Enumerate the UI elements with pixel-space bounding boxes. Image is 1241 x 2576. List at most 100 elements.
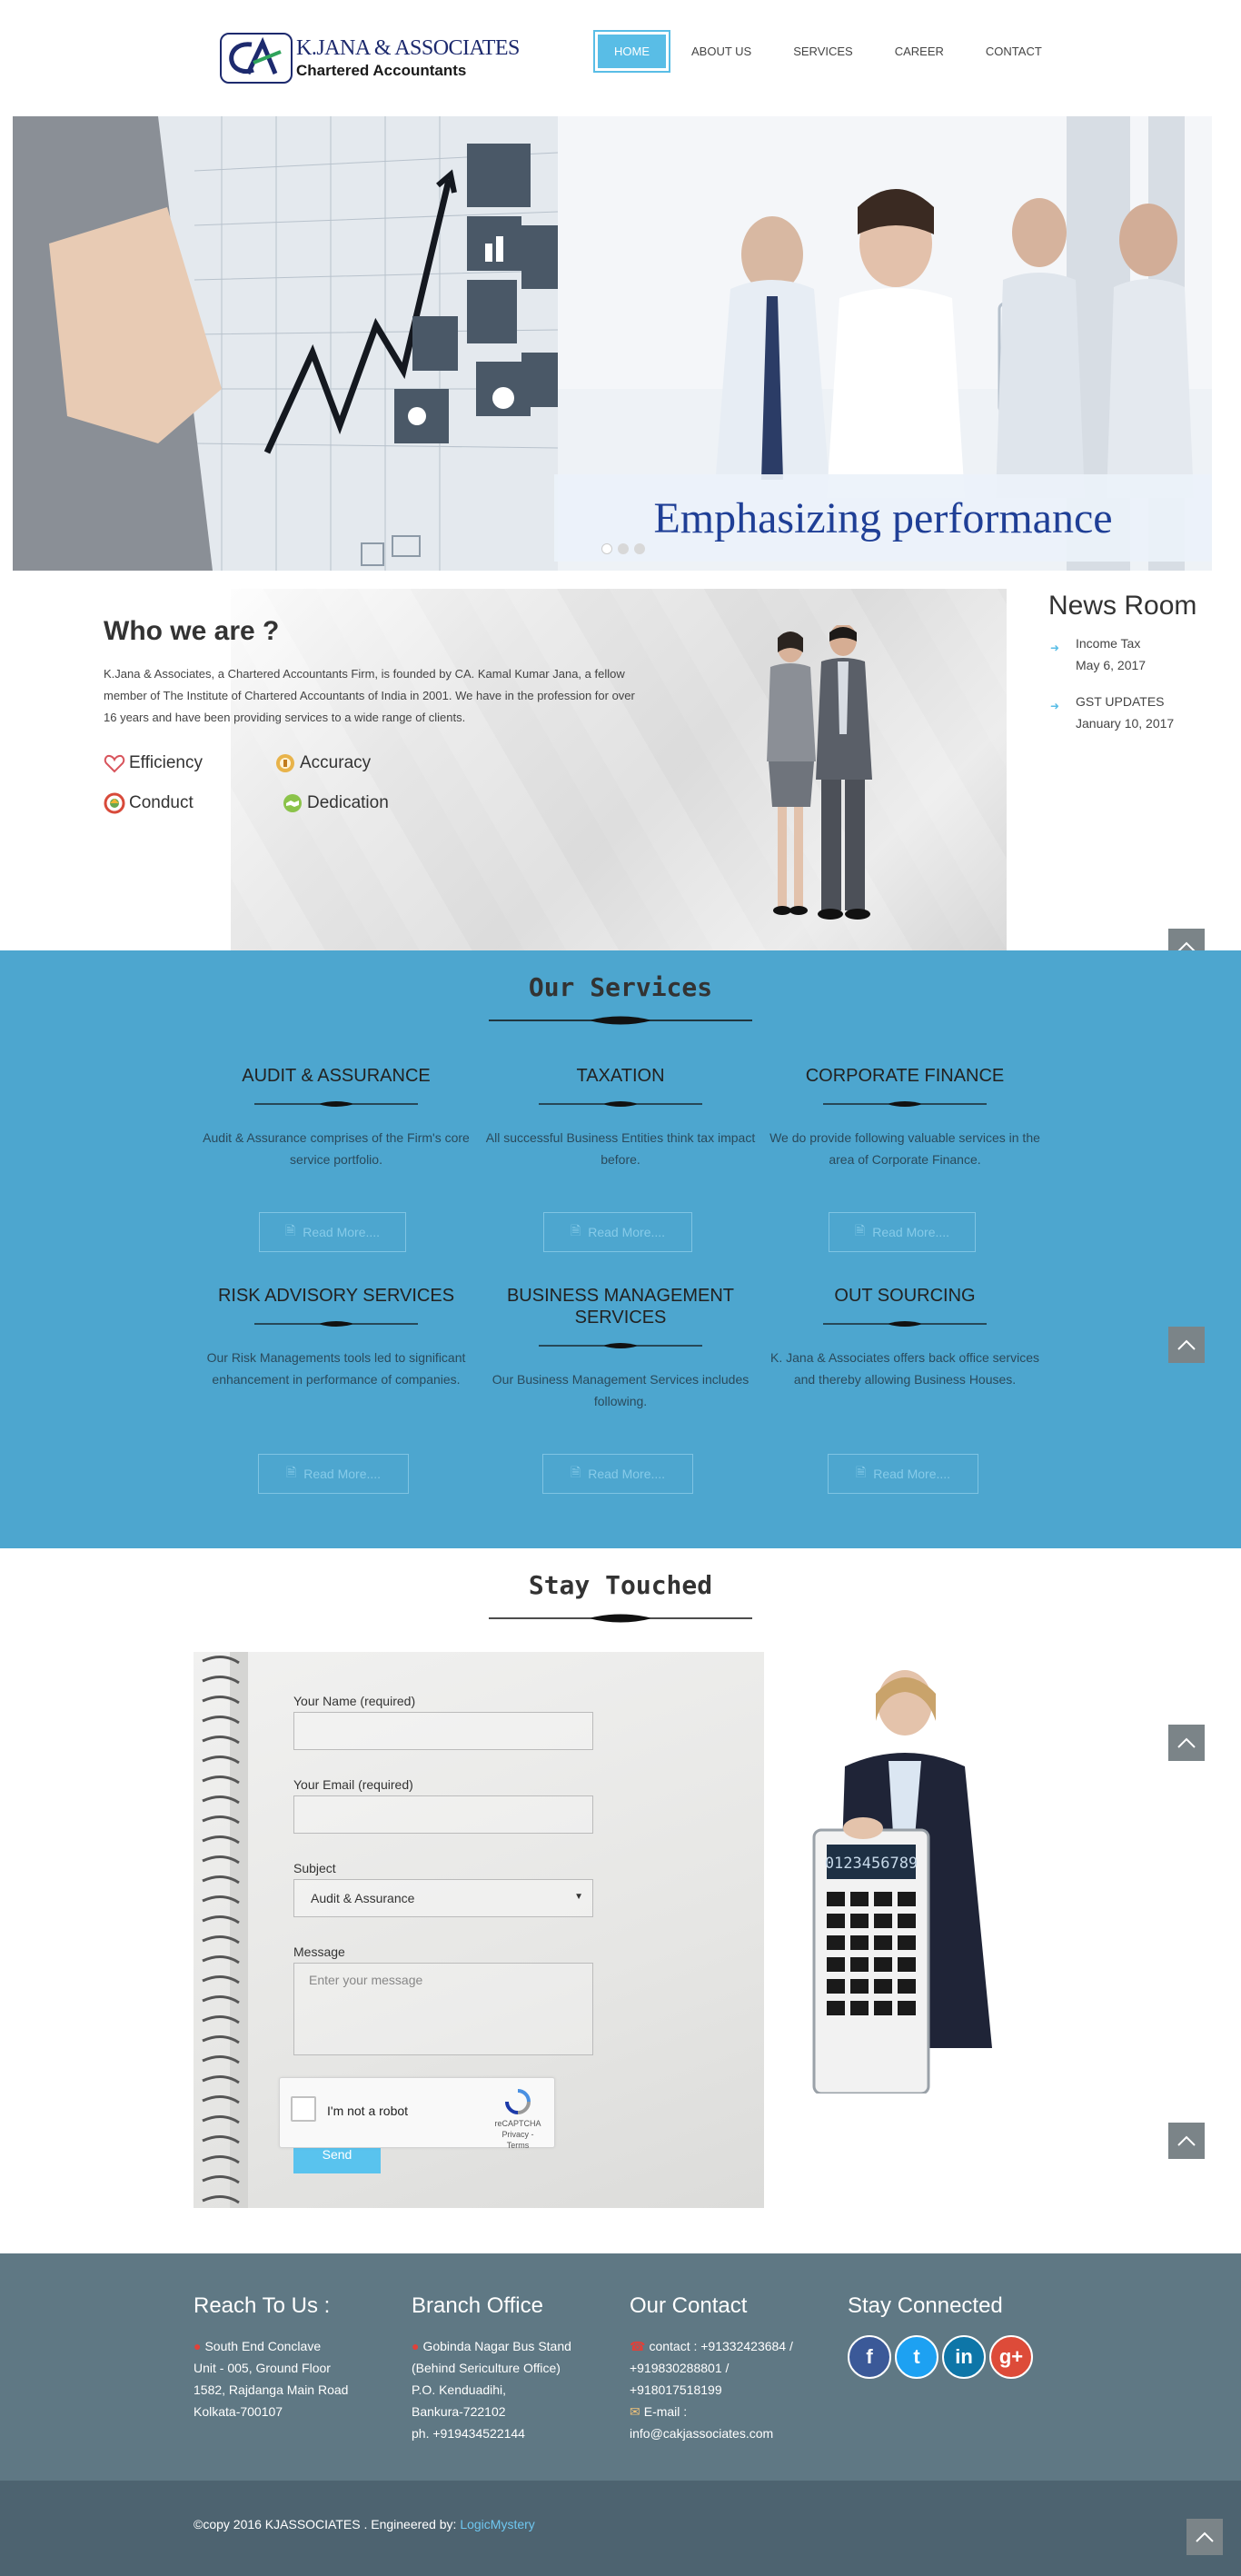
who-description: K.Jana & Associates, a Chartered Account… <box>104 667 635 724</box>
service-card-business-management: BUSINESS MANAGEMENT SERVICES Our Busines… <box>484 1285 757 1412</box>
value-label: Efficiency <box>129 753 203 772</box>
subject-value: Audit & Assurance <box>311 1891 415 1905</box>
value-label: Accuracy <box>300 753 372 772</box>
value-efficiency: Efficiency <box>104 752 203 774</box>
service-divider-icon <box>539 1101 702 1107</box>
news-item[interactable]: ➜ GST UPDATES January 10, 2017 <box>1048 691 1230 734</box>
address-line: ph. +919434522144 <box>412 2426 525 2441</box>
heart-icon <box>104 754 125 773</box>
service-divider-icon <box>823 1101 987 1107</box>
service-title: RISK ADVISORY SERVICES <box>217 1286 455 1306</box>
nav-services[interactable]: SERVICES <box>777 35 869 68</box>
map-pin-icon: ● <box>412 2339 420 2353</box>
email-link[interactable]: info@cakjassociates.com <box>630 2426 773 2441</box>
contact-title: Stay Touched <box>528 1570 713 1600</box>
recaptcha-brand: reCAPTCHA <box>494 2119 541 2128</box>
notebook-spiral-icon <box>202 1652 248 2208</box>
news-title[interactable]: Income Tax <box>1076 636 1140 651</box>
service-text: K. Jana & Associates offers back office … <box>770 1350 1039 1387</box>
nav-home[interactable]: HOME <box>593 30 670 73</box>
phone-line[interactable]: +919830288801 / <box>630 2361 729 2375</box>
message-textarea[interactable]: Enter your message <box>293 1963 593 2055</box>
phone-icon: ☎ <box>630 2339 646 2353</box>
business-couple-image <box>767 625 872 920</box>
news-item[interactable]: ➜ Income Tax May 6, 2017 <box>1048 632 1230 676</box>
service-divider-icon <box>254 1101 418 1107</box>
recaptcha-icon <box>505 2089 531 2114</box>
contact-section: Stay Touched Your Name (required) Your E… <box>0 1548 1241 2253</box>
address-line: Unit - 005, Ground Floor <box>194 2361 331 2375</box>
services-title: Our Services <box>528 972 713 1002</box>
scroll-top-button[interactable] <box>1168 1725 1205 1761</box>
engineer-link[interactable]: LogicMystery <box>460 2517 534 2531</box>
hero-slider[interactable]: Emphasizing performance <box>13 116 1212 571</box>
footer-heading: Reach To Us : <box>194 2293 331 2318</box>
who-title: Who we are ? <box>104 616 280 646</box>
service-card-risk-advisory: RISK ADVISORY SERVICES Our Risk Manageme… <box>200 1285 472 1390</box>
value-dedication: Dedication <box>282 792 389 814</box>
footer-stay-connected: Stay Connected f t in g+ <box>848 2293 1057 2379</box>
document-icon: 🗎 <box>285 1465 297 1479</box>
news-date: May 6, 2017 <box>1076 658 1147 672</box>
chevron-up-icon <box>1177 2135 1196 2146</box>
read-more-button-taxation[interactable]: 🗎 Read More.... <box>543 1212 692 1252</box>
slider-dot-2[interactable] <box>618 543 629 554</box>
medal-icon <box>276 754 294 772</box>
scroll-top-button[interactable] <box>1168 2123 1205 2159</box>
document-icon: 🗎 <box>284 1223 296 1238</box>
nav-career[interactable]: CAREER <box>879 35 960 68</box>
read-more-button-corporate-finance[interactable]: 🗎 Read More.... <box>829 1212 976 1252</box>
recaptcha-checkbox[interactable] <box>291 2096 316 2122</box>
site-header: K.JANA & ASSOCIATES Chartered Accountant… <box>0 0 1241 116</box>
address-line: (Behind Sericulture Office) <box>412 2361 561 2375</box>
service-card-corporate-finance: CORPORATE FINANCE We do provide followin… <box>769 1065 1041 1170</box>
slider-dot-3[interactable] <box>634 543 645 554</box>
nav-contact[interactable]: CONTACT <box>969 35 1058 68</box>
email-input[interactable] <box>293 1795 593 1834</box>
address-line: Bankura-722102 <box>412 2404 506 2419</box>
subject-select[interactable]: Audit & Assurance ▼ <box>293 1879 593 1917</box>
google-plus-icon[interactable]: g+ <box>989 2335 1033 2379</box>
email-label: E-mail : <box>643 2404 688 2419</box>
nav-about-us[interactable]: ABOUT US <box>675 35 768 68</box>
service-text: Our Risk Managements tools led to signif… <box>206 1350 466 1387</box>
linkedin-icon[interactable]: in <box>942 2335 986 2379</box>
site-footer: Reach To Us : ● South End Conclave Unit -… <box>0 2253 1241 2481</box>
chevron-up-icon <box>1177 1339 1196 1350</box>
circle-badge-icon <box>104 792 125 814</box>
address-line: Gobinda Nagar Bus Stand <box>422 2339 571 2353</box>
facebook-icon[interactable]: f <box>848 2335 891 2379</box>
message-placeholder: Enter your message <box>309 1973 423 1987</box>
footer-our-contact: Our Contact ☎ contact : +91332423684 / +9… <box>630 2293 839 2444</box>
slider-dots <box>601 543 645 554</box>
woman-with-calculator-image: 0123456789 <box>812 1670 992 2094</box>
read-more-button-risk-advisory[interactable]: 🗎 Read More.... <box>258 1454 409 1494</box>
site-logo[interactable]: K.JANA & ASSOCIATES Chartered Accountant… <box>220 33 520 85</box>
read-more-button-business-management[interactable]: 🗎 Read More.... <box>542 1454 693 1494</box>
section-divider-icon <box>489 1614 752 1623</box>
phone-line[interactable]: +918017518199 <box>630 2382 722 2397</box>
section-divider-icon <box>489 1016 752 1025</box>
caret-down-icon: ▼ <box>574 1892 583 1902</box>
read-more-button-out-sourcing[interactable]: 🗎 Read More.... <box>828 1454 978 1494</box>
scroll-top-button[interactable] <box>1186 2519 1223 2555</box>
contact-details: ☎ contact : +91332423684 / +919830288801 … <box>630 2335 839 2444</box>
recaptcha-branding: reCAPTCHA Privacy - Terms <box>491 2087 545 2151</box>
phone-line[interactable]: contact : +91332423684 / <box>649 2339 792 2353</box>
news-title[interactable]: GST UPDATES <box>1076 694 1165 709</box>
twitter-icon[interactable]: t <box>895 2335 938 2379</box>
service-title: TAXATION <box>576 1066 665 1086</box>
name-input[interactable] <box>293 1712 593 1750</box>
handshake-icon <box>283 794 302 812</box>
slider-dot-1[interactable] <box>601 543 612 554</box>
services-section: Our Services AUDIT & ASSURANCE Audit & A… <box>0 950 1241 1548</box>
address: ● South End Conclave Unit - 005, Ground F… <box>194 2335 402 2422</box>
recaptcha-links[interactable]: Privacy - Terms <box>501 2130 533 2150</box>
footer-reach-us: Reach To Us : ● South End Conclave Unit -… <box>194 2293 402 2422</box>
read-more-button-audit[interactable]: 🗎 Read More.... <box>259 1212 406 1252</box>
recaptcha-widget: I'm not a robot reCAPTCHA Privacy - Term… <box>279 2077 555 2151</box>
scroll-top-button[interactable] <box>1168 1327 1205 1363</box>
subject-label: Subject <box>293 1861 336 1875</box>
service-divider-icon <box>823 1321 987 1327</box>
service-title: AUDIT & ASSURANCE <box>242 1066 431 1086</box>
